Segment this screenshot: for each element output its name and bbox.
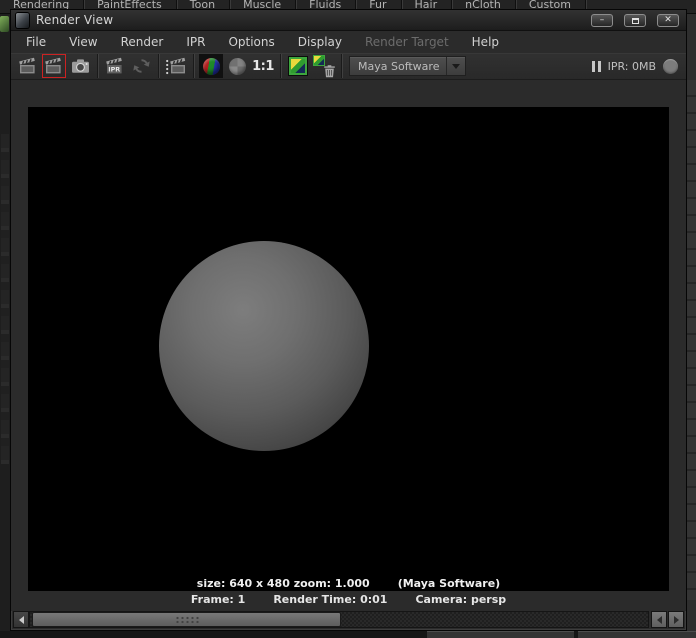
alpha-channel-button[interactable]: [225, 54, 249, 78]
window-controls: – ✕: [591, 14, 679, 27]
render-view-window: Render View – ✕ File View Render IPR Opt…: [10, 9, 687, 631]
background-bottom-strip: [0, 631, 696, 638]
toolbar: IPR 1:1 Maya Software IPR: 0MB: [11, 53, 686, 80]
chevron-down-icon: [452, 63, 460, 69]
menu-options[interactable]: Options: [228, 35, 274, 49]
background-channel-rows: [687, 80, 696, 600]
camera-label: Camera: persp: [415, 593, 507, 606]
clapperboard-icon: [44, 57, 61, 74]
clapperboard-icon: [18, 57, 35, 74]
real-size-button[interactable]: 1:1: [251, 54, 275, 78]
redo-previous-ipr-button: [129, 54, 153, 78]
toolbar-separator: [341, 54, 342, 78]
toolbar-separator: [280, 54, 281, 78]
one-to-one-icon: 1:1: [252, 58, 274, 74]
close-button[interactable]: ✕: [657, 14, 679, 27]
menubar: File View Render IPR Options Display Ren…: [11, 31, 686, 53]
window-title: Render View: [36, 13, 114, 27]
scrollbar-grip-icon: [174, 615, 199, 624]
ipr-render-button[interactable]: IPR: [103, 54, 127, 78]
trash-icon: [324, 65, 335, 78]
ipr-status-area: IPR: 0MB: [591, 53, 678, 80]
background-panel-a: [427, 631, 574, 638]
maximize-button[interactable]: [624, 14, 646, 27]
ipr-clapperboard-icon: IPR: [105, 57, 122, 74]
menu-render-target: Render Target: [364, 35, 449, 49]
menu-render[interactable]: Render: [121, 35, 164, 49]
menu-ipr[interactable]: IPR: [186, 35, 205, 49]
redo-previous-render-button[interactable]: [16, 54, 40, 78]
pause-ipr-icon[interactable]: [591, 61, 601, 72]
maya-window-icon: [16, 12, 29, 28]
dropdown-arrow-button[interactable]: [446, 57, 465, 75]
minimize-button[interactable]: –: [591, 14, 613, 27]
menu-help[interactable]: Help: [472, 35, 499, 49]
arrow-left-icon: [18, 615, 24, 624]
scroll-right-button[interactable]: [668, 611, 684, 628]
alpha-ball-icon: [228, 57, 246, 75]
svg-text:IPR: IPR: [108, 66, 120, 74]
rendered-image-canvas[interactable]: size: 640 x 480 zoom: 1.000 (Maya Softwar…: [28, 107, 669, 591]
camera-icon: [71, 59, 89, 73]
maximize-icon: [631, 17, 639, 24]
render-time-label: Render Time: 0:01: [273, 593, 388, 606]
rgb-ball-icon: [202, 57, 220, 75]
arrow-left-icon: [656, 615, 662, 624]
toolbar-separator: [158, 54, 159, 78]
remove-image-button[interactable]: [312, 54, 336, 78]
toolbar-separator: [97, 54, 98, 78]
background-left-strip: [0, 14, 10, 638]
rgb-channels-button[interactable]: [199, 54, 223, 78]
background-panel-b: [578, 631, 696, 638]
scrollbar-thumb[interactable]: [32, 612, 341, 627]
renderer-dropdown[interactable]: Maya Software: [349, 56, 466, 76]
horizontal-scrollbar[interactable]: [13, 611, 684, 628]
image-status-line: size: 640 x 480 zoom: 1.000 (Maya Softwar…: [28, 577, 669, 590]
render-view-pane: size: 640 x 480 zoom: 1.000 (Maya Softwar…: [11, 80, 686, 611]
renderer-name-label: (Maya Software): [397, 577, 501, 590]
scroll-left-button-right-pair[interactable]: [651, 611, 667, 628]
snapshot-button[interactable]: [68, 54, 92, 78]
background-toolbox: [1, 134, 9, 464]
renderer-dropdown-value: Maya Software: [358, 60, 440, 73]
keep-image-button[interactable]: [286, 54, 310, 78]
rendered-sphere: [159, 241, 369, 451]
refresh-arrows-icon: [132, 59, 150, 73]
render-current-frame-button[interactable]: [42, 54, 66, 78]
keep-image-icon: [289, 57, 307, 75]
menu-file[interactable]: File: [26, 35, 46, 49]
background-right-strip: [687, 14, 696, 638]
background-shelf-icon: [0, 16, 9, 32]
toolbar-separator: [193, 54, 194, 78]
scroll-left-button[interactable]: [13, 611, 29, 628]
frame-status-bar: Frame: 1 Render Time: 0:01 Camera: persp: [28, 593, 669, 606]
arrow-right-icon: [673, 615, 679, 624]
region-clapperboard-icon: [166, 57, 186, 75]
size-zoom-label: size: 640 x 480 zoom: 1.000: [196, 577, 370, 590]
ipr-memory-label: IPR: 0MB: [607, 60, 656, 73]
remove-image-icon: [313, 55, 335, 78]
menu-view[interactable]: View: [69, 35, 97, 49]
screen: Rendering PaintEffects Toon Muscle Fluid…: [0, 0, 696, 638]
titlebar[interactable]: Render View – ✕: [11, 10, 686, 31]
frame-label: Frame: 1: [190, 593, 246, 606]
render-region-button[interactable]: [164, 54, 188, 78]
menu-display[interactable]: Display: [298, 35, 342, 49]
ipr-stop-icon[interactable]: [663, 59, 678, 74]
